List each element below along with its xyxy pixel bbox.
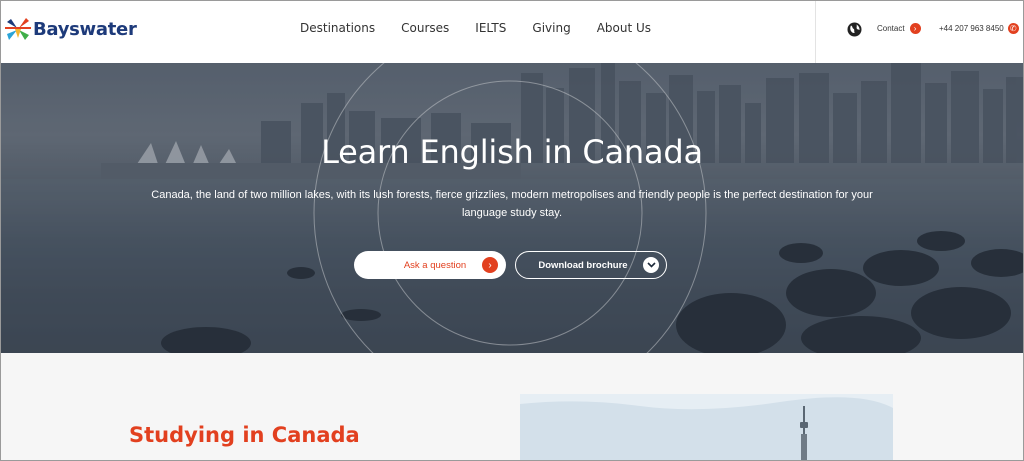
globe-icon[interactable] <box>847 22 862 37</box>
contact-link[interactable]: Contact › <box>877 23 921 34</box>
ask-question-button[interactable]: Ask a question › <box>354 251 506 279</box>
hero-title: Learn English in Canada <box>321 133 703 171</box>
arrow-right-icon: › <box>909 23 921 34</box>
site-header: Bayswater Destinations Courses IELTS Giv… <box>1 1 1023 63</box>
utility-bar: Contact › +44 207 963 8450 ✆ <box>815 1 1023 63</box>
nav-item-destinations[interactable]: Destinations <box>287 21 388 35</box>
hero-subtitle: Canada, the land of two million lakes, w… <box>151 189 873 219</box>
download-brochure-label: Download brochure <box>538 259 628 271</box>
phone-link[interactable]: +44 207 963 8450 ✆ <box>939 23 1019 34</box>
ask-question-label: Ask a question <box>403 259 467 271</box>
phone-number: +44 207 963 8450 <box>939 24 1004 33</box>
arrow-right-icon: › <box>482 257 498 273</box>
brand-name: Bayswater <box>33 18 137 40</box>
content-section: Studying in Canada <box>1 353 1023 460</box>
nav-item-giving[interactable]: Giving <box>519 21 583 35</box>
phone-icon: ✆ <box>1007 23 1019 34</box>
nav-item-about-us[interactable]: About Us <box>584 21 664 35</box>
download-brochure-button[interactable]: Download brochure <box>515 251 667 279</box>
main-nav: Destinations Courses IELTS Giving About … <box>287 21 664 35</box>
section-title: Studying in Canada <box>129 423 360 447</box>
page-frame: Bayswater Destinations Courses IELTS Giv… <box>0 0 1024 461</box>
chevron-down-icon <box>643 257 659 273</box>
hero-banner: Learn English in Canada Canada, the land… <box>1 63 1023 353</box>
nav-item-ielts[interactable]: IELTS <box>462 21 519 35</box>
toronto-photo <box>520 394 893 460</box>
contact-label: Contact <box>877 24 905 33</box>
logo-mark-icon <box>5 18 31 40</box>
brand-logo[interactable]: Bayswater <box>5 15 137 43</box>
cn-tower-image <box>520 394 893 460</box>
nav-item-courses[interactable]: Courses <box>388 21 462 35</box>
